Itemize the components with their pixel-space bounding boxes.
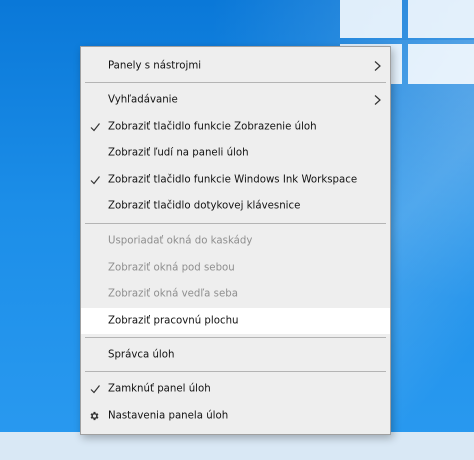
menu-item-label: Panely s nástrojmi bbox=[108, 60, 202, 72]
menu-item-label: Zobraziť ľudí na paneli úloh bbox=[108, 147, 249, 159]
chevron-right-icon bbox=[374, 95, 381, 105]
menu-item-label: Vyhľadávanie bbox=[108, 94, 178, 106]
menu-item-label: Zobraziť okná pod sebou bbox=[108, 262, 235, 274]
checkmark-icon bbox=[90, 176, 100, 185]
menu-item-show-ink-workspace-button[interactable]: Zobraziť tlačidlo funkcie Windows Ink Wo… bbox=[81, 167, 390, 193]
menu-item-show-task-view-button[interactable]: Zobraziť tlačidlo funkcie Zobrazenie úlo… bbox=[81, 114, 390, 140]
menu-separator bbox=[85, 371, 386, 372]
menu-item-label: Zamknúť panel úloh bbox=[108, 383, 211, 395]
menu-item-label: Zobraziť tlačidlo funkcie Windows Ink Wo… bbox=[108, 174, 358, 186]
menu-item-side-by-side-windows: Zobraziť okná vedľa seba bbox=[81, 281, 390, 307]
menu-item-show-desktop[interactable]: Zobraziť pracovnú plochu bbox=[81, 308, 390, 334]
menu-item-label: Správca úloh bbox=[108, 349, 175, 361]
menu-separator bbox=[85, 337, 386, 338]
menu-separator bbox=[85, 82, 386, 83]
menu-item-label: Zobraziť tlačidlo dotykovej klávesnice bbox=[108, 200, 301, 212]
menu-separator bbox=[85, 223, 386, 224]
menu-item-taskbar-settings[interactable]: Nastavenia panela úloh bbox=[81, 403, 390, 429]
checkmark-icon bbox=[90, 123, 100, 132]
menu-item-stack-windows: Zobraziť okná pod sebou bbox=[81, 255, 390, 281]
menu-item-lock-taskbar[interactable]: Zamknúť panel úloh bbox=[81, 376, 390, 402]
menu-item-search[interactable]: Vyhľadávanie bbox=[81, 87, 390, 113]
checkmark-icon bbox=[90, 385, 100, 394]
menu-item-show-people[interactable]: Zobraziť ľudí na paneli úloh bbox=[81, 140, 390, 166]
menu-item-show-touch-keyboard-button[interactable]: Zobraziť tlačidlo dotykovej klávesnice bbox=[81, 193, 390, 219]
menu-item-label: Usporiadať okná do kaskády bbox=[108, 235, 253, 247]
taskbar[interactable] bbox=[0, 432, 474, 460]
menu-item-label: Zobraziť tlačidlo funkcie Zobrazenie úlo… bbox=[108, 121, 317, 133]
menu-item-task-manager[interactable]: Správca úloh bbox=[81, 342, 390, 368]
menu-item-label: Nastavenia panela úloh bbox=[108, 410, 229, 422]
menu-item-toolbars[interactable]: Panely s nástrojmi bbox=[81, 53, 390, 79]
menu-item-cascade-windows: Usporiadať okná do kaskády bbox=[81, 228, 390, 254]
gear-icon bbox=[90, 411, 99, 421]
menu-item-label: Zobraziť okná vedľa seba bbox=[108, 288, 238, 300]
taskbar-context-menu: Panely s nástrojmi Vyhľadávanie Zobraziť… bbox=[80, 46, 391, 435]
chevron-right-icon bbox=[374, 61, 381, 71]
menu-item-label: Zobraziť pracovnú plochu bbox=[108, 315, 239, 327]
